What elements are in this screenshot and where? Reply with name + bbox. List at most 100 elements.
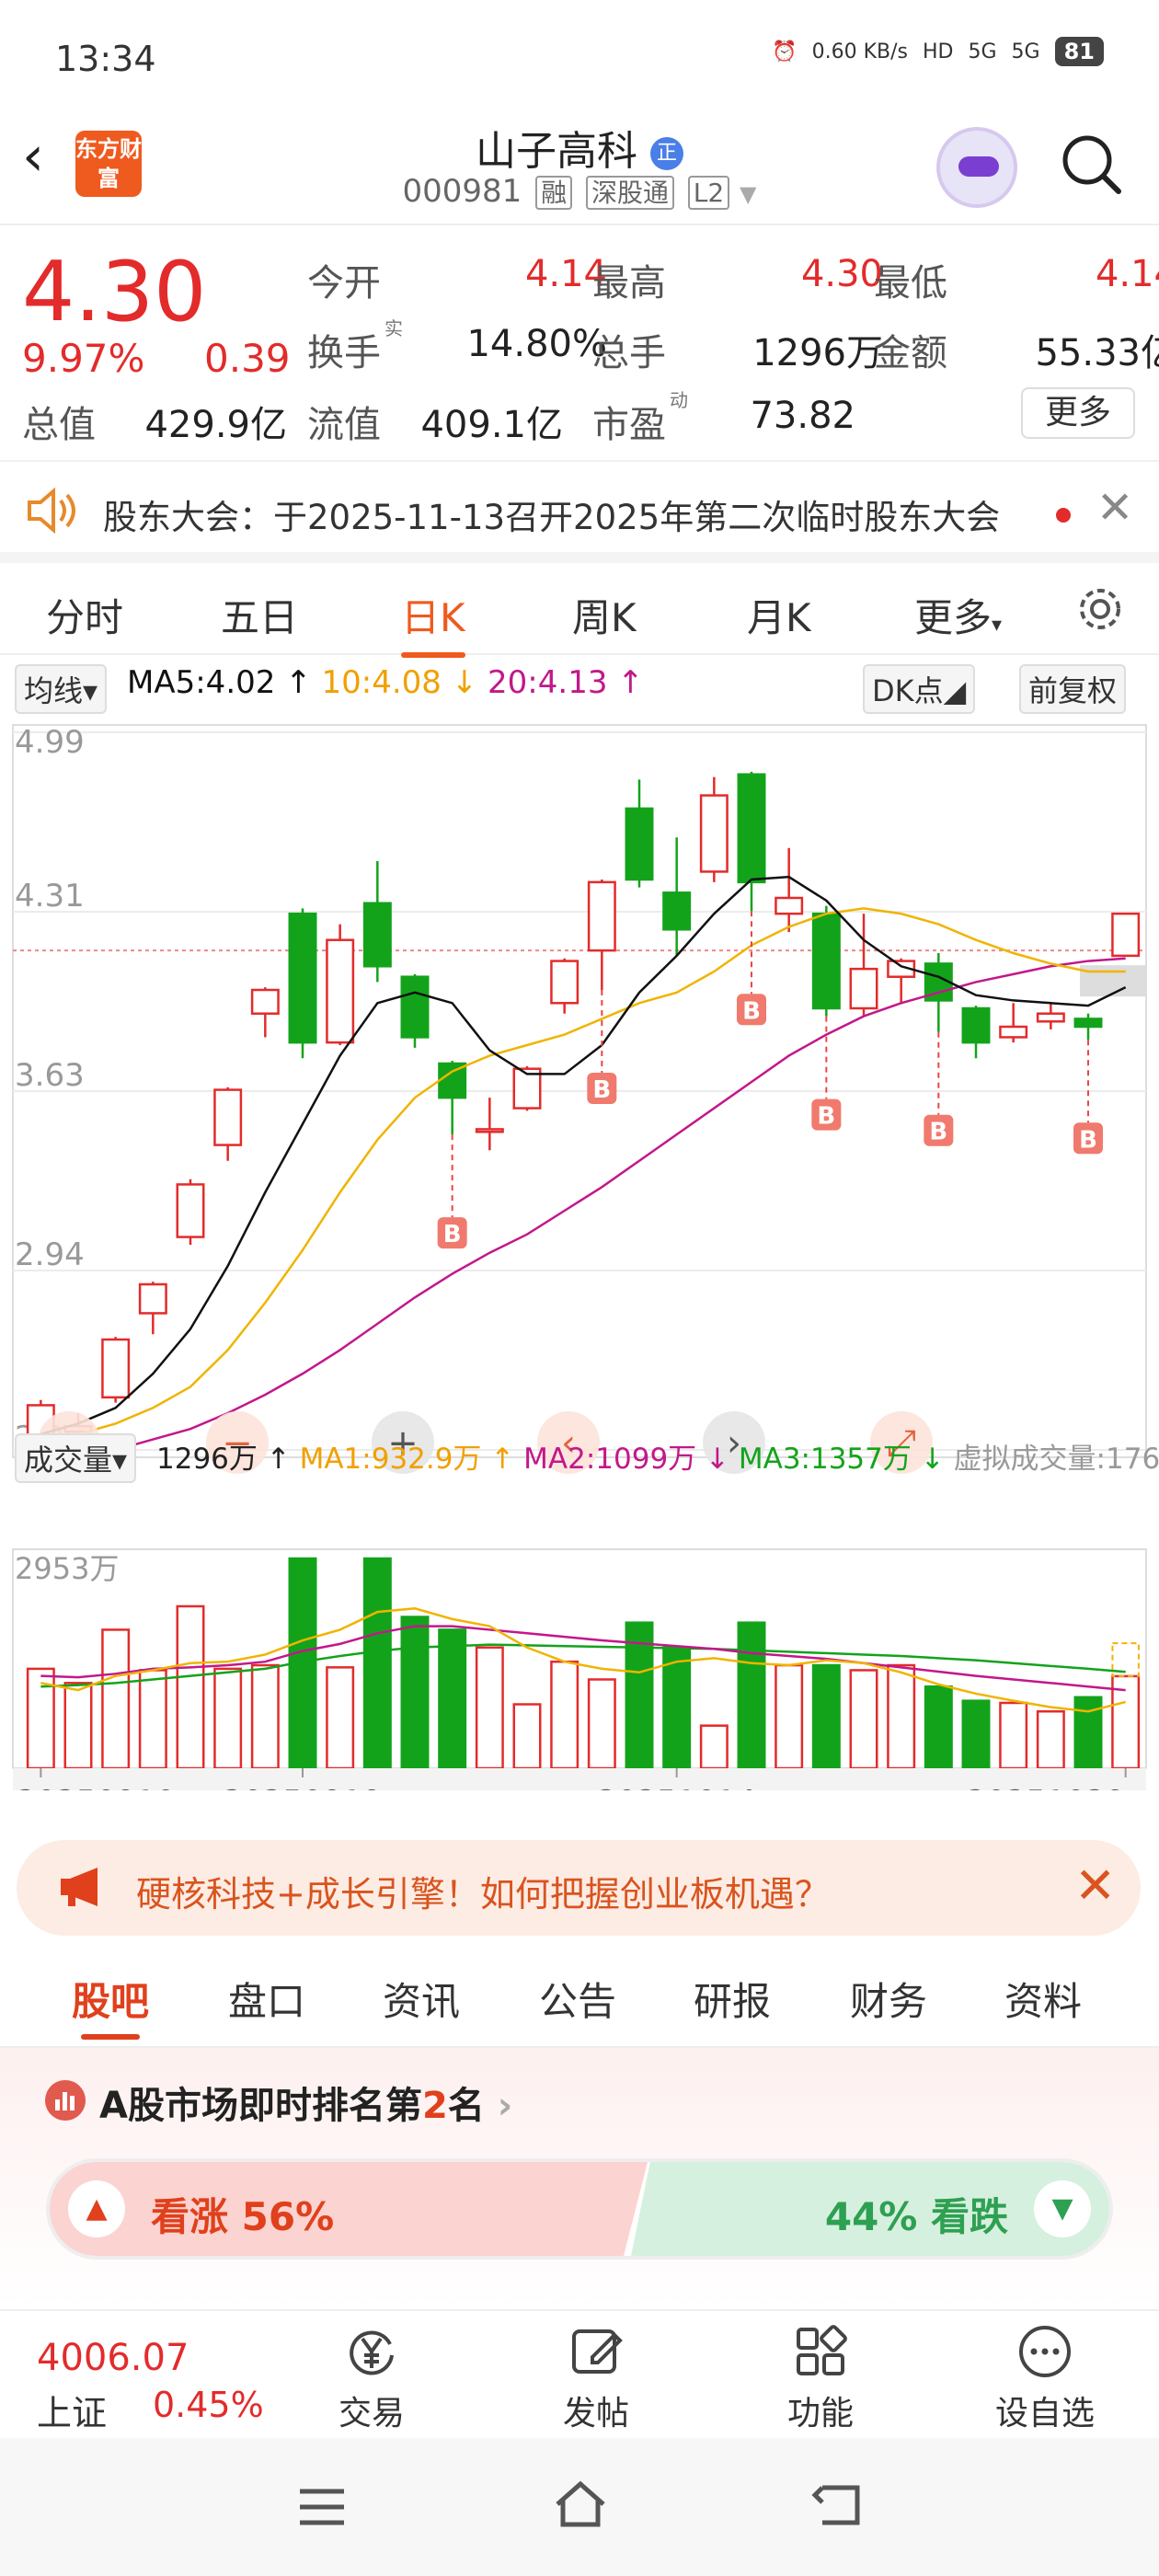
kline-chart-area: 均线▾ MA5:4.02 ↑ 10:4.08 ↓ 20:4.13 ↑ DK点◢ … [0,655,1159,1823]
y-tick-label: 4.99 [15,724,85,761]
field-value: 4.30 [800,253,883,295]
candle-body [737,773,766,884]
tab-wuri[interactable]: 五日 [221,587,298,643]
search-icon[interactable] [1058,131,1124,197]
add-watchlist-label: 设自选 [994,2395,1095,2432]
close-icon[interactable]: ✕ [1096,482,1133,534]
price-tag-box [1080,965,1146,997]
candle-body [849,967,878,1010]
candle-body [775,896,804,915]
b-signal-text: B [1079,1126,1097,1154]
date-label: 20251014 [597,1784,756,1790]
volume-bar [475,1646,504,1770]
candle-body [587,880,616,952]
more-button[interactable]: 更多 [1021,387,1135,439]
functions-button[interactable]: 功能 [756,2322,885,2434]
notice-bar[interactable]: 股东大会：于2025-11-13召开2025年第二次临时股东大会 ✕ [0,460,1159,563]
adjust-button[interactable]: 前复权 [1019,664,1127,714]
trade-button[interactable]: 交易 [307,2322,436,2434]
home-icon[interactable] [552,2478,609,2530]
tab-fenshi[interactable]: 分时 [46,587,123,643]
field-value: 4.14 [524,253,607,295]
vote-up-area[interactable] [50,2162,648,2256]
kline-svg[interactable]: 4.994.313.632.942.26BBBBBB«−+‹›⤢2953万202… [0,714,1159,1790]
candle-body [1073,1018,1103,1029]
field-value: 55.33亿 [1035,332,1159,374]
candle-body [362,902,392,968]
tab-daily-k-label: 日K [401,595,465,640]
volume-bar [961,1699,991,1770]
date-label: 20251029 [967,1784,1126,1790]
y-tick-label: 4.31 [15,878,85,914]
candle-body [326,938,355,1044]
b-signal-text: B [817,1103,835,1131]
zheng-badge: 正 [650,137,683,170]
down-arrow-icon[interactable]: ▼ [1034,2180,1091,2237]
dynamic-superscript: 动 [670,389,688,411]
vma1-value: MA1:932.9万 ↑ [299,1443,515,1476]
chart-rank-icon [45,2080,86,2121]
dk-point-button[interactable]: DK点◢ [863,664,976,714]
subtab-underline [81,2034,141,2040]
virtual-volume: 虚拟成交量:1760万 [953,1443,1159,1476]
promo-banner[interactable]: 硬核科技+成长引擎！如何把握创业板机遇？ ✕ [17,1840,1141,1936]
system-nav-bar [0,2438,1159,2576]
change-percent: 9.97% [22,336,145,381]
volume-bar [438,1628,467,1770]
subtab-profile[interactable]: 资料 [1004,1971,1082,2027]
post-label: 发帖 [562,2395,629,2432]
field-value: 1296万 [752,332,883,374]
volume-legend: 1296万 ↑ MA1:932.9万 ↑ MA2:1099万 ↓ MA3:135… [156,1435,1159,1477]
subtab-finance[interactable]: 财务 [850,1971,927,2027]
current-price: 4.30 [22,244,207,340]
ma-selector[interactable]: 均线▾ [15,664,108,714]
stock-header: ‹ 东方财富 山子高科 正 000981 融 深股通 L2 ▼ [0,110,1159,225]
candle-body [625,807,654,881]
subtab-pankou[interactable]: 盘口 [228,1971,305,2027]
candle-body [250,988,280,1015]
tag-connect: 深股通 [585,176,674,210]
tab-daily-k[interactable]: 日K [401,587,465,658]
robot-avatar-icon[interactable] [936,127,1017,208]
subtab-guba[interactable]: 股吧 [72,1971,149,2040]
add-watchlist-button[interactable]: 设自选 [981,2322,1109,2434]
subtab-news[interactable]: 资讯 [383,1971,460,2027]
net-speed: 0.60 KB/s [811,40,909,63]
tab-weekly-k[interactable]: 周K [572,587,637,643]
vote-bar: ▲ 看涨 56% 44% 看跌 ▼ [46,2158,1113,2260]
volume-bar [101,1628,131,1770]
candle-body [999,1025,1028,1039]
candle-body [138,1282,167,1315]
field-value: 429.9亿 [144,404,287,446]
yen-cycle-icon [350,2330,394,2375]
unread-dot [1056,508,1071,523]
volume-bar [699,1724,729,1770]
volume-bar [250,1663,280,1770]
volume-bar [811,1663,841,1770]
post-button[interactable]: 发帖 [532,2322,660,2434]
subtab-research[interactable]: 研报 [694,1971,771,2027]
banner-close-icon[interactable]: ✕ [1074,1857,1116,1915]
volume-bar [176,1604,205,1770]
date-label: 20250910 [17,1784,176,1790]
rank-title[interactable]: A股市场即时排名第2名 › [99,2076,512,2129]
subtab-announcements[interactable]: 公告 [539,1971,616,2027]
up-arrow-icon[interactable]: ▲ [68,2180,125,2237]
tag-margin: 融 [535,176,573,210]
tab-more[interactable]: 更多▾ [914,587,1002,643]
volume-selector[interactable]: 成交量▾ [15,1433,137,1483]
rank-suffix: 名 [447,2085,485,2127]
chevron-down-icon: ▼ [740,181,757,207]
volume-bar [400,1616,430,1770]
battery-icon: 81 [1054,37,1104,66]
vote-up-label: 看涨 56% [151,2194,335,2239]
ma5-line [40,875,1127,1436]
alarm-icon: ⏰ [772,40,798,63]
period-tabs: 分时 五日 日K 周K 月K 更多▾ [0,563,1159,658]
tab-monthly-k[interactable]: 月K [747,587,811,643]
settings-gear-icon[interactable] [1074,583,1126,635]
back-nav-icon[interactable] [809,2482,865,2528]
stock-name-text: 山子高科 [476,128,637,175]
volume-bar [999,1701,1028,1770]
menu-icon[interactable] [296,2486,348,2528]
